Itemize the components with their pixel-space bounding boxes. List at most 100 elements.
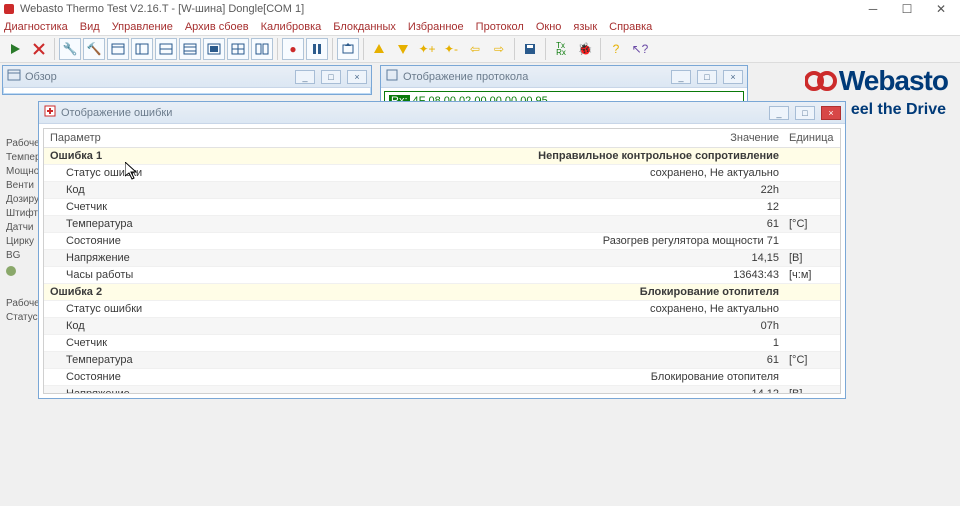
window-title: Обзор [25,71,57,83]
menu-help[interactable]: Справка [609,21,652,33]
toolbar-separator [545,38,546,60]
toolbar-bug-button[interactable]: 🐞 [574,38,596,60]
toolbar-fav-remove-button[interactable]: ✦- [440,38,462,60]
toolbar-stop-button[interactable] [28,38,50,60]
toolbar-fav-add-button[interactable]: ✦+ [416,38,438,60]
toolbar-fav-up-button[interactable] [368,38,390,60]
toolbar-about-button[interactable]: ? [605,38,627,60]
toolbar-panel3-button[interactable] [155,38,177,60]
cell-unit: [°C] [785,352,840,369]
app-icon [2,2,16,16]
column-header-unit[interactable]: Единица [785,129,840,148]
cell-unit [785,284,840,301]
cell-parameter: Код [44,182,260,199]
table-row[interactable]: Температура61[°C] [44,216,840,233]
table-row[interactable]: Статус ошибкисохранено, Не актуально [44,165,840,182]
cell-value: сохранено, Не актуально [260,165,785,182]
window-errors[interactable]: Отображение ошибки _ □ × Параметр Значен… [38,101,846,399]
menu-view[interactable]: Вид [80,21,100,33]
toolbar-txrx-button[interactable]: TxRx [550,38,572,60]
menu-calibration[interactable]: Калибровка [261,21,322,33]
toolbar-panel1-button[interactable] [107,38,129,60]
toolbar-panel6-button[interactable] [227,38,249,60]
cell-parameter: Напряжение [44,250,260,267]
cell-value: 14,12 [260,386,785,395]
menu-language[interactable]: язык [573,21,597,33]
column-header-value[interactable]: Значение [260,129,785,148]
cell-unit: [В] [785,250,840,267]
brand-tagline: eel the Drive [851,101,946,119]
table-row[interactable]: Температура61[°C] [44,352,840,369]
menu-favorites[interactable]: Избранное [408,21,464,33]
menu-diagnostics[interactable]: Диагностика [4,21,68,33]
table-row[interactable]: СостояниеРазогрев регулятора мощности 71 [44,233,840,250]
window-maximize-button[interactable]: □ [697,70,717,84]
toolbar-wrench2-button[interactable]: 🔨 [83,38,105,60]
toolbar-help-button[interactable]: ↖? [629,38,651,60]
toolbar-record-button[interactable]: ● [282,38,304,60]
table-row[interactable]: Напряжение14,12[В] [44,386,840,395]
toolbar-save-button[interactable] [519,38,541,60]
table-row[interactable]: Напряжение14,15[В] [44,250,840,267]
table-row[interactable]: Часы работы13643:43[ч:м] [44,267,840,284]
toolbar-fav-fwd-button[interactable]: ⇨ [488,38,510,60]
menu-protocol[interactable]: Протокол [476,21,524,33]
cell-parameter: Ошибка 2 [44,284,260,301]
cell-value: сохранено, Не актуально [260,301,785,318]
table-row-header[interactable]: Ошибка 1Неправильное контрольное сопроти… [44,148,840,165]
cell-unit [785,148,840,165]
cell-value: Разогрев регулятора мощности 71 [260,233,785,250]
cell-unit [785,182,840,199]
window-maximize-button[interactable]: ☐ [890,0,924,18]
window-maximize-button[interactable]: □ [795,106,815,120]
cell-value: Неправильное контрольное сопротивление [260,148,785,165]
window-close-button[interactable]: ✕ [924,0,958,18]
window-close-button[interactable]: × [723,70,743,84]
window-overview[interactable]: Обзор _ □ × [2,65,372,95]
window-minimize-button[interactable]: ─ [856,0,890,18]
window-minimize-button[interactable]: _ [671,70,691,84]
window-minimize-button[interactable]: _ [769,106,789,120]
toolbar-panel5-button[interactable] [203,38,225,60]
toolbar-pause-button[interactable] [306,38,328,60]
menubar: Диагностика Вид Управление Архив сбоев К… [0,18,960,35]
toolbar-separator [514,38,515,60]
menu-window[interactable]: Окно [536,21,562,33]
titlebar: Webasto Thermo Test V2.16.T - [W-шина] D… [0,0,960,18]
window-maximize-button[interactable]: □ [321,70,341,84]
overview-sidebar-labels: Рабоче Темпер Мощно Венти Дозиру Штифт Д… [6,138,38,358]
toolbar-run-button[interactable] [4,38,26,60]
table-row[interactable]: Код07h [44,318,840,335]
window-close-button[interactable]: × [347,70,367,84]
window-title: Отображение ошибки [61,107,172,119]
toolbar-panel7-button[interactable] [251,38,273,60]
toolbar-fav-down-button[interactable] [392,38,414,60]
cell-unit [785,318,840,335]
toolbar-panel4-button[interactable] [179,38,201,60]
cell-parameter: Статус ошибки [44,165,260,182]
window-title: Отображение протокола [403,71,528,83]
toolbar-separator [277,38,278,60]
table-row-header[interactable]: Ошибка 2Блокирование отопителя [44,284,840,301]
menu-faults[interactable]: Архив сбоев [185,21,249,33]
table-row[interactable]: Код22h [44,182,840,199]
table-row[interactable]: Счетчик1 [44,335,840,352]
column-header-parameter[interactable]: Параметр [44,129,260,148]
cell-parameter: Температура [44,216,260,233]
menu-control[interactable]: Управление [112,21,173,33]
toolbar-fav-back-button[interactable]: ⇦ [464,38,486,60]
toolbar-panel2-button[interactable] [131,38,153,60]
table-row[interactable]: Счетчик12 [44,199,840,216]
toolbar-export-button[interactable] [337,38,359,60]
cell-parameter: Счетчик [44,199,260,216]
toolbar-wrench1-button[interactable]: 🔧 [59,38,81,60]
toolbar-separator [332,38,333,60]
error-table-container: Параметр Значение Единица Ошибка 1Неправ… [43,128,841,394]
window-minimize-button[interactable]: _ [295,70,315,84]
table-row[interactable]: Статус ошибкисохранено, Не актуально [44,301,840,318]
cell-value: 61 [260,216,785,233]
menu-blockdata[interactable]: Блокданных [333,21,396,33]
cell-parameter: Статус ошибки [44,301,260,318]
table-row[interactable]: СостояниеБлокирование отопителя [44,369,840,386]
window-close-button[interactable]: × [821,106,841,120]
